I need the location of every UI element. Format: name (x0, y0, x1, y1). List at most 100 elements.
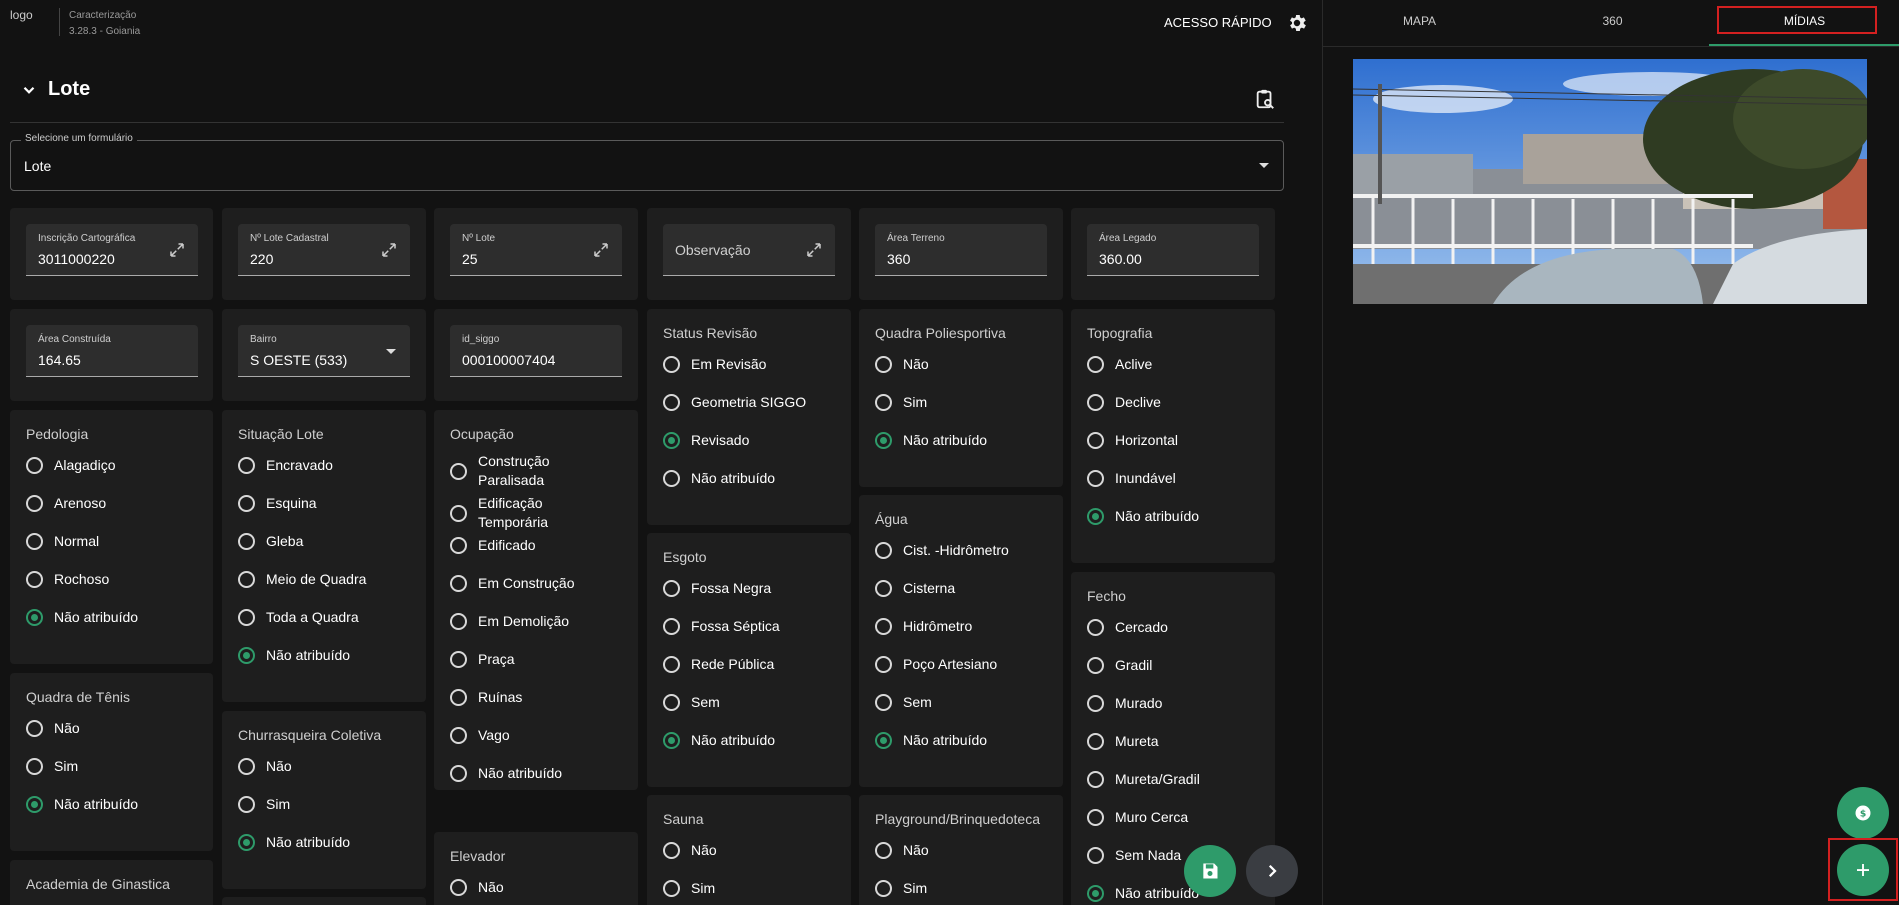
radio-button[interactable] (450, 504, 467, 522)
radio-option[interactable]: Horizontal (1087, 431, 1178, 450)
radio-button[interactable] (875, 432, 892, 449)
radio-button[interactable] (26, 720, 43, 737)
radio-button[interactable] (238, 758, 255, 775)
radio-option[interactable]: Inundável (1087, 469, 1176, 488)
radio-option[interactable]: Declive (1087, 393, 1161, 412)
tab-360[interactable]: 360 (1516, 14, 1709, 28)
section-header[interactable]: Lote (20, 78, 90, 101)
radio-button[interactable] (663, 842, 680, 859)
radio-option[interactable]: Não (663, 841, 717, 860)
radio-button[interactable] (663, 656, 680, 673)
radio-option[interactable]: Sim (238, 795, 290, 814)
radio-button[interactable] (1087, 432, 1104, 449)
radio-button[interactable] (875, 356, 892, 373)
radio-button[interactable] (875, 732, 892, 749)
radio-button[interactable] (663, 470, 680, 487)
radio-button[interactable] (875, 580, 892, 597)
radio-button[interactable] (1087, 356, 1104, 373)
radio-button[interactable] (1087, 657, 1104, 674)
radio-option[interactable]: Não atribuído (26, 795, 138, 814)
radio-button[interactable] (875, 694, 892, 711)
radio-button[interactable] (1087, 470, 1104, 487)
radio-button[interactable] (450, 613, 467, 630)
radio-button[interactable] (450, 765, 467, 782)
radio-option[interactable]: Esquina (238, 494, 317, 513)
radio-option[interactable]: Não atribuído (450, 764, 562, 783)
radio-option[interactable]: Edificado (450, 536, 536, 555)
radio-button[interactable] (450, 879, 467, 896)
radio-button[interactable] (238, 571, 255, 588)
radio-option[interactable]: Muro Cerca (1087, 808, 1188, 827)
radio-option[interactable]: Toda a Quadra (238, 608, 359, 627)
radio-button[interactable] (875, 618, 892, 635)
radio-button[interactable] (1087, 771, 1104, 788)
radio-option[interactable]: Sim (875, 393, 927, 412)
radio-button[interactable] (1087, 847, 1104, 864)
radio-option[interactable]: Rede Pública (663, 655, 774, 674)
currency-exchange-button[interactable]: $ (1837, 787, 1889, 839)
quick-access-button[interactable]: ACESSO RÁPIDO (1164, 15, 1272, 30)
radio-option[interactable]: Sem (663, 693, 720, 712)
radio-option[interactable]: Mureta/Gradil (1087, 770, 1200, 789)
radio-button[interactable] (875, 394, 892, 411)
expand-icon[interactable] (168, 241, 186, 259)
radio-option[interactable]: Fossa Negra (663, 579, 771, 598)
radio-option[interactable]: Cercado (1087, 618, 1168, 637)
radio-option[interactable]: Não (26, 719, 80, 738)
radio-button[interactable] (663, 618, 680, 635)
area-legado-field[interactable]: Área Legado 360.00 (1087, 224, 1259, 276)
radio-button[interactable] (1087, 394, 1104, 411)
radio-option[interactable]: Cisterna (875, 579, 955, 598)
radio-button[interactable] (450, 689, 467, 706)
radio-option[interactable]: Vago (450, 726, 510, 745)
radio-button[interactable] (238, 495, 255, 512)
radio-option[interactable]: Não (875, 841, 929, 860)
radio-button[interactable] (1087, 809, 1104, 826)
radio-button[interactable] (875, 880, 892, 897)
radio-button[interactable] (875, 656, 892, 673)
radio-option[interactable]: Não atribuído (1087, 507, 1199, 526)
inscricao-field[interactable]: Inscrição Cartográfica 3011000220 (26, 224, 198, 276)
clipboard-search-icon[interactable] (1254, 88, 1276, 110)
gear-icon[interactable] (1286, 12, 1308, 34)
radio-button[interactable] (238, 533, 255, 550)
radio-option[interactable]: Sim (26, 757, 78, 776)
form-select[interactable]: Selecione um formulário Lote (10, 133, 1284, 191)
radio-option[interactable]: Aclive (1087, 355, 1152, 374)
radio-option[interactable]: Não (450, 878, 504, 897)
radio-button[interactable] (663, 694, 680, 711)
radio-button[interactable] (238, 457, 255, 474)
save-button[interactable] (1184, 845, 1236, 897)
area-construida-field[interactable]: Área Construída 164.65 (26, 325, 198, 377)
radio-button[interactable] (1087, 508, 1104, 525)
radio-option[interactable]: Não atribuído (875, 431, 987, 450)
id-siggo-field[interactable]: id_siggo 000100007404 (450, 325, 622, 377)
radio-button[interactable] (875, 542, 892, 559)
radio-option[interactable]: Normal (26, 532, 99, 551)
n-lote-field[interactable]: Nº Lote 25 (450, 224, 622, 276)
radio-option[interactable]: Em Revisão (663, 355, 766, 374)
radio-button[interactable] (663, 432, 680, 449)
radio-option[interactable]: Não atribuído (238, 646, 350, 665)
radio-button[interactable] (663, 880, 680, 897)
radio-option[interactable]: Não atribuído (663, 469, 775, 488)
radio-option[interactable]: Rochoso (26, 570, 109, 589)
radio-option[interactable]: Meio de Quadra (238, 570, 366, 589)
radio-button[interactable] (663, 580, 680, 597)
radio-option[interactable]: Sem (875, 693, 932, 712)
radio-button[interactable] (238, 834, 255, 851)
radio-button[interactable] (26, 533, 43, 550)
next-button[interactable] (1246, 845, 1298, 897)
radio-button[interactable] (450, 575, 467, 592)
radio-option[interactable]: Não (238, 757, 292, 776)
radio-option[interactable]: Encravado (238, 456, 333, 475)
lote-cadastral-field[interactable]: Nº Lote Cadastral 220 (238, 224, 410, 276)
radio-button[interactable] (1087, 885, 1104, 902)
radio-option[interactable]: Revisado (663, 431, 749, 450)
radio-option[interactable]: Hidrômetro (875, 617, 972, 636)
radio-button[interactable] (238, 647, 255, 664)
bairro-select[interactable]: Bairro S OESTE (533) (238, 325, 410, 377)
radio-option[interactable]: Ruínas (450, 688, 522, 707)
radio-option[interactable]: Praça (450, 650, 515, 669)
radio-option[interactable]: Edificação Temporária (450, 494, 588, 532)
